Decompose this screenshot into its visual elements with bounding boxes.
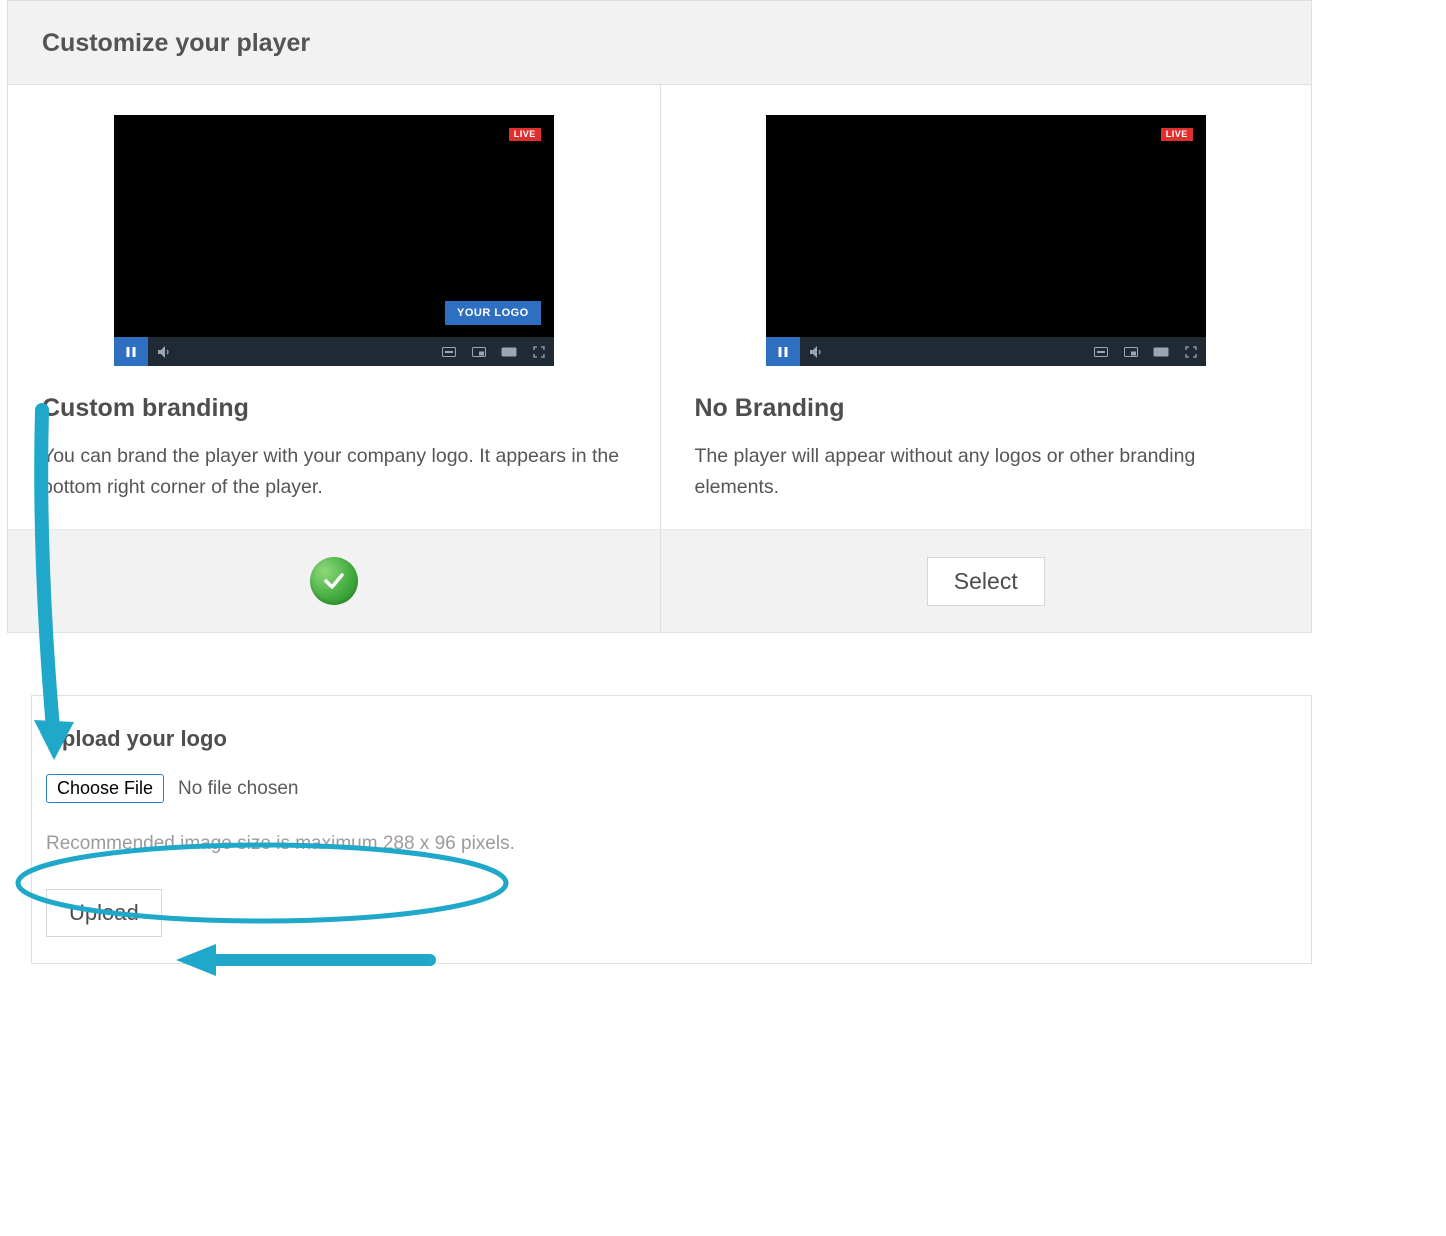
option-title-custom: Custom branding: [42, 394, 626, 423]
pause-icon[interactable]: [114, 337, 148, 366]
hd-icon[interactable]: [1146, 337, 1176, 366]
upload-button[interactable]: Upload: [46, 889, 162, 937]
option-footer-custom: [8, 529, 660, 632]
live-badge: LIVE: [509, 128, 541, 141]
pip-icon[interactable]: [1116, 337, 1146, 366]
volume-icon[interactable]: [800, 337, 834, 366]
upload-logo-section: Upload your logo Choose File No file cho…: [31, 695, 1312, 964]
branding-options: LIVE YOUR LOGO: [8, 85, 1311, 632]
panel-header: Customize your player: [8, 1, 1311, 85]
fullscreen-icon[interactable]: [1176, 337, 1206, 366]
hd-icon[interactable]: [494, 337, 524, 366]
pause-icon[interactable]: [766, 337, 800, 366]
captions-icon[interactable]: [1086, 337, 1116, 366]
player-preview-custom: LIVE YOUR LOGO: [114, 115, 554, 366]
player-controls: [766, 337, 1206, 366]
upload-hint: Recommended image size is maximum 288 x …: [46, 833, 1297, 855]
fullscreen-icon[interactable]: [524, 337, 554, 366]
select-button[interactable]: Select: [927, 557, 1045, 606]
option-desc-none: The player will appear without any logos…: [695, 441, 1278, 503]
option-desc-custom: You can brand the player with your compa…: [42, 441, 626, 503]
pip-icon[interactable]: [464, 337, 494, 366]
player-controls: [114, 337, 554, 366]
panel-title: Customize your player: [42, 29, 1277, 58]
your-logo-chip: YOUR LOGO: [445, 301, 541, 325]
captions-icon[interactable]: [434, 337, 464, 366]
file-status: No file chosen: [178, 778, 298, 800]
selected-check-icon: [310, 557, 358, 605]
live-badge: LIVE: [1161, 128, 1193, 141]
option-title-none: No Branding: [695, 394, 1278, 423]
choose-file-button[interactable]: Choose File: [46, 774, 164, 803]
option-footer-none: Select: [661, 529, 1312, 632]
volume-icon[interactable]: [148, 337, 182, 366]
player-preview-none: LIVE: [766, 115, 1206, 366]
upload-title: Upload your logo: [46, 726, 1297, 752]
customize-player-panel: Customize your player LIVE YOUR LOGO: [7, 0, 1312, 633]
option-no-branding[interactable]: LIVE: [660, 85, 1312, 632]
option-custom-branding[interactable]: LIVE YOUR LOGO: [8, 85, 660, 632]
